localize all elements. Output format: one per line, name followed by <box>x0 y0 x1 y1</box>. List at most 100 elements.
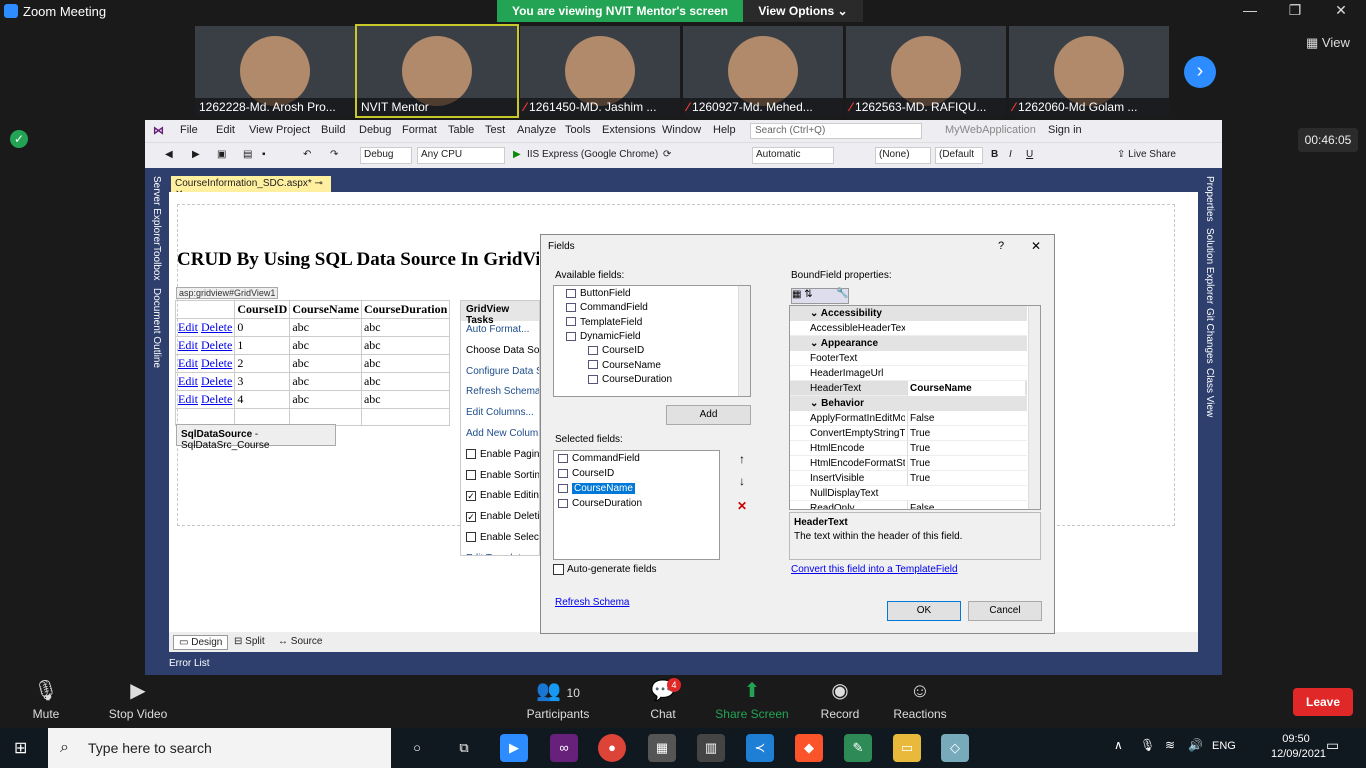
rail-server-explorer[interactable]: Server Explorer <box>151 176 162 245</box>
config-select[interactable]: Debug <box>360 147 412 164</box>
available-field-item[interactable]: DynamicField <box>566 331 641 342</box>
available-fields-tree[interactable]: ButtonField CommandField TemplateField Dyna… <box>553 285 751 397</box>
wrench-icon[interactable]: 🔧 <box>836 288 848 299</box>
available-field-item[interactable]: CourseID <box>588 345 644 356</box>
property-category[interactable]: ⌄ Behavior <box>790 396 1027 411</box>
available-scrollbar[interactable] <box>738 286 750 396</box>
refresh-schema-link[interactable]: Refresh Schema <box>555 597 629 608</box>
property-row[interactable]: HtmlEncode True <box>790 441 1027 456</box>
file-explorer-taskbar-icon[interactable]: ▭ <box>893 734 921 762</box>
move-down-button[interactable]: ↓ <box>731 473 753 491</box>
mic-tray-icon[interactable]: 🎙 <box>1140 738 1155 752</box>
help-icon[interactable]: ? <box>998 240 1004 252</box>
delete-field-button[interactable]: ✕ <box>731 498 753 516</box>
video-tile[interactable]: ⁄ 1261450-MD. Jashim ... <box>520 26 680 116</box>
menu-window[interactable]: Window <box>662 124 701 136</box>
cancel-button[interactable]: Cancel <box>968 601 1042 621</box>
menu-file[interactable]: File <box>180 124 198 136</box>
visual-studio-taskbar-icon[interactable]: ∞ <box>550 734 578 762</box>
autogen-checkbox[interactable]: Auto-generate fields <box>553 564 657 575</box>
refresh-icon[interactable]: ⟳ <box>663 149 671 160</box>
forward-icon[interactable]: ▶ <box>192 149 200 160</box>
property-row[interactable]: HeaderImageUrl <box>790 366 1027 381</box>
calculator-taskbar-icon[interactable]: ▦ <box>648 734 676 762</box>
gridview-task-item[interactable]: ✓ Enable Deleting <box>461 508 539 529</box>
rail-document-outline[interactable]: Document Outline <box>151 288 162 368</box>
edit-link[interactable]: Edit <box>178 320 198 334</box>
shield-icon[interactable]: ✓ <box>10 130 28 148</box>
underline-icon[interactable]: U <box>1026 149 1033 160</box>
gridview-task-item[interactable]: Edit Columns... <box>461 404 539 425</box>
rail-solution-explorer[interactable]: Solution Explorer <box>1204 228 1215 304</box>
selected-fields-list[interactable]: CommandField CourseID CourseName CourseDura… <box>553 450 720 560</box>
zoom-taskbar-icon[interactable]: ▶ <box>500 734 528 762</box>
collapse-icon[interactable]: ⌄ <box>810 398 821 409</box>
property-row[interactable]: ConvertEmptyStringTo True <box>790 426 1027 441</box>
checkbox-icon[interactable] <box>466 532 476 543</box>
back-icon[interactable]: ◀ <box>165 149 173 160</box>
selected-field-item[interactable]: CourseID <box>558 468 614 479</box>
record-button[interactable]: ◉ Record <box>815 675 865 721</box>
taskbar-search[interactable]: ⌕ Type here to search <box>48 728 391 768</box>
gridview-task-item[interactable]: Add New Column <box>461 425 539 446</box>
property-row[interactable]: AccessibleHeaderText <box>790 321 1027 336</box>
volume-icon[interactable]: 🔊 <box>1188 738 1203 752</box>
error-list-tab[interactable]: Error List <box>169 658 210 669</box>
menu-project[interactable]: Project <box>276 124 310 136</box>
menu-test[interactable]: Test <box>485 124 505 136</box>
delete-link[interactable]: Delete <box>201 320 232 334</box>
menu-build[interactable]: Build <box>321 124 345 136</box>
gridview-task-item[interactable]: Auto Format... <box>461 321 539 342</box>
dialog-close-icon[interactable]: ✕ <box>1031 239 1041 253</box>
property-value[interactable]: CourseName <box>907 381 1025 396</box>
menu-help[interactable]: Help <box>713 124 736 136</box>
style-select[interactable]: (None) <box>875 147 931 164</box>
maximize-icon[interactable]: ❐ <box>1272 2 1318 19</box>
delete-link[interactable]: Delete <box>201 392 232 406</box>
sql-data-source-control[interactable]: SqlDataSource - SqlDataSrc_Course <box>176 424 336 451</box>
gridview-task-item[interactable]: Configure Data So <box>461 363 539 384</box>
selected-field-item[interactable]: CourseName <box>558 483 635 494</box>
menu-debug[interactable]: Debug <box>359 124 391 136</box>
font-select[interactable]: (Default <box>935 147 983 164</box>
video-tile[interactable]: ⁄ 1262563-MD. RAFIQU... <box>846 26 1006 116</box>
video-tile[interactable]: 1262228-Md. Arosh Pro... <box>195 26 355 116</box>
mute-button[interactable]: 🎙 Mute <box>22 675 70 721</box>
menu-analyze[interactable]: Analyze <box>517 124 556 136</box>
property-row[interactable]: InsertVisible True <box>790 471 1027 486</box>
tab-source[interactable]: ↔ Source <box>273 635 327 648</box>
add-button[interactable]: Add <box>666 405 751 425</box>
rail-git-changes[interactable]: Git Changes <box>1204 308 1215 364</box>
menu-table[interactable]: Table <box>448 124 474 136</box>
participants-button[interactable]: 👥 10 Participants <box>520 675 596 721</box>
gridview-task-item[interactable]: Enable Paging <box>461 446 539 467</box>
video-tile[interactable]: ⁄ 1262060-Md Golam ... <box>1009 26 1169 116</box>
gridview-task-item[interactable]: Choose Data Sour <box>461 342 539 363</box>
rail-toolbox[interactable]: Toolbox <box>151 246 162 280</box>
delete-link[interactable]: Delete <box>201 374 232 388</box>
save-icon[interactable]: ▪ <box>262 149 266 160</box>
live-share-button[interactable]: ⇪ Live Share <box>1117 149 1176 160</box>
notification-icon[interactable]: ▭ <box>1326 737 1339 754</box>
property-category[interactable]: ⌄ Appearance <box>790 336 1027 351</box>
position-select[interactable]: Automatic <box>752 147 834 164</box>
selected-field-item[interactable]: CommandField <box>558 453 640 464</box>
available-field-item[interactable]: ButtonField <box>566 288 631 299</box>
view-options-button[interactable]: View Options ⌄ <box>743 0 863 22</box>
property-row[interactable]: ReadOnly False <box>790 501 1027 509</box>
open-icon[interactable]: ▤ <box>243 149 252 160</box>
delete-link[interactable]: Delete <box>201 356 232 370</box>
next-page-button[interactable]: › <box>1184 56 1216 88</box>
gridview-task-item[interactable]: ✓ Enable Editing <box>461 487 539 508</box>
leave-button[interactable]: Leave <box>1293 688 1353 716</box>
collapse-icon[interactable]: ⌄ <box>810 338 821 349</box>
property-row[interactable]: ApplyFormatInEditMo False <box>790 411 1027 426</box>
checkbox-icon[interactable] <box>466 469 476 480</box>
run-target[interactable]: IIS Express (Google Chrome) <box>527 149 658 160</box>
view-button[interactable]: ▦ View <box>1306 35 1350 51</box>
property-row[interactable]: FooterText <box>790 351 1027 366</box>
new-item-icon[interactable]: ▣ <box>217 149 226 160</box>
gridview-task-item[interactable]: Edit Templates <box>461 550 539 555</box>
tools-taskbar-icon[interactable]: ✎ <box>844 734 872 762</box>
redo-icon[interactable]: ↷ <box>330 149 338 160</box>
